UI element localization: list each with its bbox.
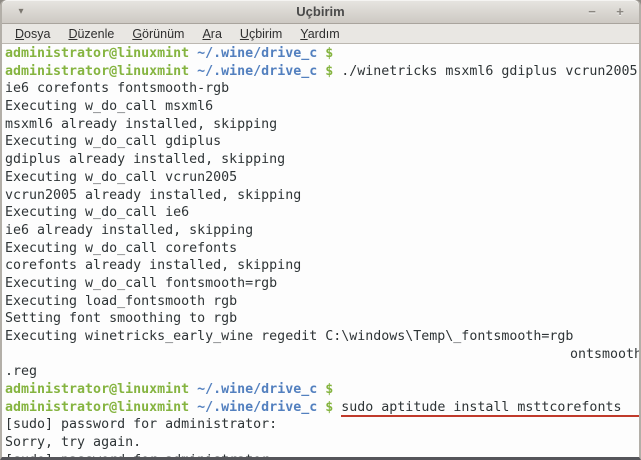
terminal-line: gdiplus already installed, skipping	[5, 151, 639, 169]
terminal-line: [sudo] password for administrator:	[5, 452, 639, 457]
terminal-line: Executing w_do_call vcrun2005	[5, 169, 639, 187]
window-menu-button[interactable]: ▾	[10, 4, 32, 20]
menu-item-görünüm[interactable]: Görünüm	[123, 25, 193, 43]
menu-item-ara[interactable]: Ara	[193, 25, 230, 43]
terminal-line: ontsmooth	[5, 346, 639, 364]
terminal-line: administrator@linuxmint ~/.wine/drive_c …	[5, 45, 639, 63]
chevron-down-icon: ▾	[18, 6, 23, 17]
terminal-line: ie6 already installed, skipping	[5, 222, 639, 240]
terminal-line: Sorry, try again.	[5, 434, 639, 452]
terminal-line: Executing winetricks_early_wine regedit …	[5, 328, 639, 346]
terminal-line: administrator@linuxmint ~/.wine/drive_c …	[5, 381, 639, 399]
titlebar[interactable]: ▾ Uçbirim − +	[2, 0, 639, 24]
maximize-button[interactable]: +	[611, 4, 629, 20]
window-controls: − +	[583, 4, 629, 20]
terminal-line: Executing w_do_call fontsmooth=rgb	[5, 275, 639, 293]
terminal-line: Executing load_fontsmooth rgb	[5, 293, 639, 311]
menu-item-dosya[interactable]: Dosya	[6, 25, 59, 43]
terminal-line: msxml6 already installed, skipping	[5, 116, 639, 134]
terminal-line: Executing w_do_call gdiplus	[5, 133, 639, 151]
terminal-line: [sudo] password for administrator:	[5, 416, 639, 434]
terminal-output[interactable]: administrator@linuxmint ~/.wine/drive_c …	[2, 44, 639, 457]
terminal-line: Executing w_do_call msxml6	[5, 98, 639, 116]
maximize-icon: +	[616, 4, 624, 19]
terminal-line: ie6 corefonts fontsmooth-rgb	[5, 80, 639, 98]
terminal-line: Setting font smoothing to rgb	[5, 310, 639, 328]
terminal-window: ▾ Uçbirim − + DosyaDüzenleGörünümAraUçbi…	[0, 0, 641, 460]
terminal-line: .reg	[5, 363, 639, 381]
menu-item-düzenle[interactable]: Düzenle	[59, 25, 123, 43]
window-title: Uçbirim	[2, 4, 639, 19]
terminal-line: vcrun2005 already installed, skipping	[5, 187, 639, 205]
terminal-line: Executing w_do_call corefonts	[5, 240, 639, 258]
minimize-icon: −	[588, 4, 596, 19]
terminal-line: corefonts already installed, skipping	[5, 257, 639, 275]
menu-item-uçbirim[interactable]: Uçbirim	[231, 25, 291, 43]
menu-item-yardım[interactable]: Yardım	[291, 25, 348, 43]
terminal-line: administrator@linuxmint ~/.wine/drive_c …	[5, 63, 639, 81]
menubar: DosyaDüzenleGörünümAraUçbirimYardım	[2, 24, 639, 44]
minimize-button[interactable]: −	[583, 4, 601, 20]
terminal-line: Executing w_do_call ie6	[5, 204, 639, 222]
terminal-line: administrator@linuxmint ~/.wine/drive_c …	[5, 399, 639, 417]
